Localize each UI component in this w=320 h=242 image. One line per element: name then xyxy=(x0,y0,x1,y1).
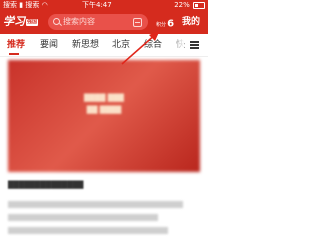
arrow-shaft xyxy=(121,33,157,65)
annotation-arrow xyxy=(121,30,160,65)
